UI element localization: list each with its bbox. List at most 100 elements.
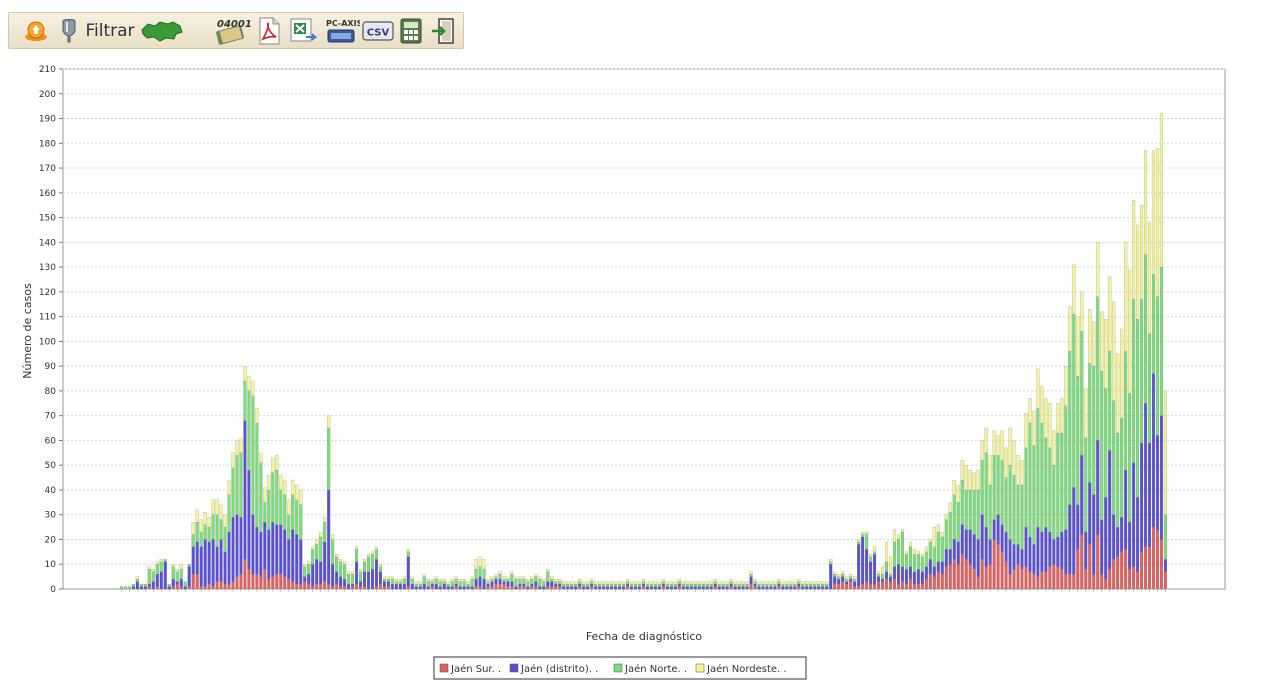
filter-button[interactable] <box>57 18 81 44</box>
bar-segment <box>761 586 765 590</box>
bar-segment <box>1024 447 1028 528</box>
bar-segment <box>386 576 390 580</box>
bar-segment <box>617 586 622 590</box>
bar-segment <box>801 581 805 585</box>
bar-segment <box>159 559 163 562</box>
bar-segment <box>1048 447 1052 533</box>
bar-segment <box>769 581 773 585</box>
bar-segment <box>355 546 359 550</box>
x-axis-label: Fecha de diagnóstico <box>586 630 703 643</box>
bar-segment <box>677 581 681 585</box>
bar-segment <box>841 574 845 577</box>
legend-label: Jaén Norte. . <box>624 663 687 675</box>
bar-segment <box>837 576 841 580</box>
bar-segment <box>633 583 638 587</box>
bar-segment <box>1052 430 1056 466</box>
bar-segment <box>1116 556 1120 590</box>
bar-segment <box>645 583 649 587</box>
bar-segment <box>1016 564 1020 590</box>
pc-axis-button[interactable]: PC-AXIS <box>321 18 361 44</box>
bar-segment <box>1032 574 1036 590</box>
bar-segment <box>697 583 701 587</box>
bar-segment <box>801 583 805 587</box>
bar-segment <box>1084 569 1088 590</box>
bar-segment <box>562 586 566 590</box>
bar-segment <box>187 566 191 587</box>
bar-segment <box>713 581 717 585</box>
bar-segment <box>1096 242 1100 297</box>
calculator-button[interactable] <box>397 18 425 44</box>
bar-segment <box>1136 319 1140 498</box>
bar-segment <box>904 551 908 555</box>
legend-label: Jaén Nordeste. . <box>706 663 787 675</box>
bar-segment <box>857 539 861 543</box>
bar-segment <box>175 571 179 582</box>
bar-segment <box>366 571 371 590</box>
bar-segment <box>323 581 327 590</box>
bar-segment <box>279 489 283 525</box>
bar-segment <box>426 578 430 582</box>
exit-button[interactable] <box>429 18 459 44</box>
bar-segment <box>653 583 657 587</box>
home-button[interactable] <box>23 18 49 44</box>
bar-segment <box>869 556 873 562</box>
bar-segment <box>474 586 478 590</box>
bar-segment <box>1040 385 1044 424</box>
bar-segment <box>446 586 450 590</box>
bar-segment <box>155 574 159 587</box>
bar-segment <box>849 581 853 590</box>
excel-button[interactable] <box>287 18 319 44</box>
bar-segment <box>633 581 638 585</box>
y-tick-label: 10 <box>45 560 57 570</box>
bar-segment <box>410 576 414 580</box>
map-button[interactable] <box>139 18 185 44</box>
bar-segment <box>1080 331 1084 456</box>
legend-swatch <box>613 663 623 673</box>
bar-segment <box>291 494 295 530</box>
bar-segment <box>793 581 797 585</box>
bar-segment <box>426 581 430 587</box>
bar-segment <box>259 576 263 590</box>
bar-segment <box>378 583 382 590</box>
bar-segment <box>673 583 677 587</box>
bar-segment <box>940 531 944 538</box>
bar-segment <box>434 583 438 590</box>
bar-segment <box>1040 531 1044 572</box>
bar-segment <box>598 583 602 587</box>
bar-segment <box>339 576 343 587</box>
csv-button[interactable]: CSV <box>361 18 395 44</box>
bar-segment <box>920 571 924 585</box>
bar-segment <box>1024 413 1028 448</box>
bar-segment <box>781 583 785 587</box>
bar-segment <box>267 529 271 580</box>
bar-segment <box>777 581 781 585</box>
bar-segment <box>558 583 562 587</box>
bar-segment <box>179 586 183 590</box>
legend-swatch <box>509 663 519 673</box>
bar-segment <box>877 574 881 577</box>
bar-segment <box>952 539 956 560</box>
table-data-button[interactable]: 04001 <box>211 18 251 45</box>
bar-segment <box>880 581 885 590</box>
pdf-button[interactable] <box>255 17 283 45</box>
bar-segment <box>410 578 414 585</box>
bar-segment <box>645 581 649 585</box>
bar-segment <box>434 578 438 585</box>
bar-segment <box>402 578 406 585</box>
bar-segment <box>319 561 323 585</box>
filter-label-button[interactable]: Filtrar <box>82 18 138 44</box>
bar-segment <box>924 546 928 552</box>
bar-segment <box>243 420 247 560</box>
bar-segment <box>677 578 681 582</box>
bar-segment <box>414 581 418 585</box>
bar-segment <box>614 586 618 590</box>
bar-segment <box>888 574 893 577</box>
bar-segment <box>1000 524 1004 552</box>
bar-segment <box>578 583 582 587</box>
bar-segment <box>295 499 299 535</box>
bar-segment <box>1151 373 1156 528</box>
y-tick-label: 190 <box>39 115 56 125</box>
bar-segment <box>1044 437 1048 528</box>
bar-segment <box>1028 536 1032 572</box>
bar-segment <box>179 564 183 570</box>
